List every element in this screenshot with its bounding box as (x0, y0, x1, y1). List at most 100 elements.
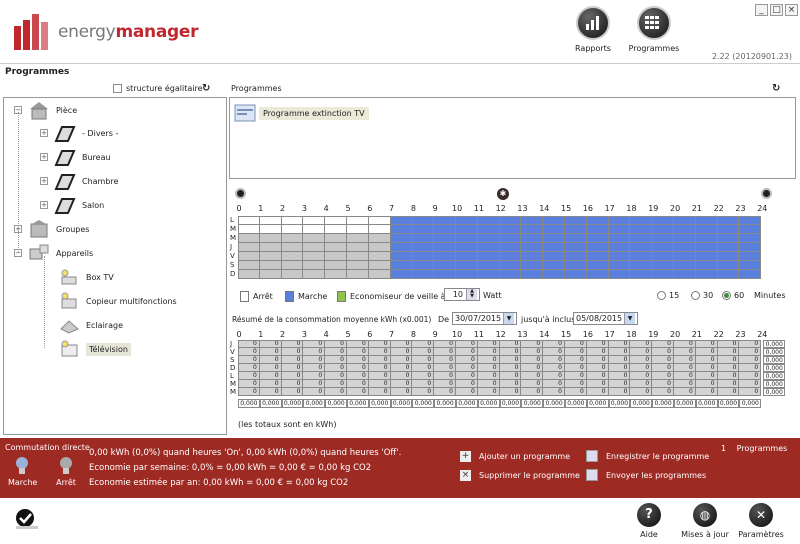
tools-icon: ✕ (749, 503, 773, 527)
checkmark-icon[interactable] (14, 508, 40, 529)
chevron-down-icon[interactable]: ▼ (624, 313, 635, 324)
summary-hour-label: 4 (323, 330, 329, 339)
tree-node-piece[interactable]: − Pièce (14, 100, 77, 120)
interval-30-radio[interactable]: 30 (691, 291, 713, 300)
updates-button[interactable]: ◍ Mises à jour (675, 503, 735, 539)
summary-hour-label: 13 (517, 330, 528, 339)
add-program-label: Ajouter un programme (479, 452, 571, 461)
version-label: 2.22 (20120901.23) (711, 52, 792, 61)
room-icon (54, 171, 76, 191)
close-button[interactable]: × (785, 4, 798, 16)
schedule-hour-label: 4 (323, 204, 329, 213)
radio-icon[interactable] (691, 291, 700, 300)
delete-program-button[interactable]: × Supprimer le programme (460, 470, 580, 481)
summary-hour-label: 18 (626, 330, 637, 339)
schedule-hour-label: 10 (452, 204, 463, 213)
add-program-button[interactable]: + Ajouter un programme (460, 451, 570, 462)
save-icon (586, 450, 598, 462)
tree-node-salon[interactable]: + Salon (40, 195, 104, 215)
tree-node-bureau[interactable]: + Bureau (40, 147, 111, 167)
help-icon: ? (637, 503, 661, 527)
radio-selected-icon[interactable] (722, 291, 731, 300)
tree-node-copieur[interactable]: Copieur multifonctions (58, 291, 177, 311)
summary-col-total: 0,000 (390, 399, 413, 408)
programs-button[interactable]: Programmes (624, 6, 684, 53)
settings-button[interactable]: ✕ Paramètres (731, 503, 791, 539)
schedule-hour-label: 9 (432, 204, 438, 213)
interval-15-radio[interactable]: 15 (657, 291, 679, 300)
radio-icon[interactable] (657, 291, 666, 300)
spinner-arrows-icon[interactable]: ▲ ▼ (466, 289, 477, 300)
schedule-next-icon[interactable] (761, 188, 772, 199)
programs-label: Programmes (628, 44, 680, 53)
chevron-down-icon[interactable]: ▼ (503, 313, 514, 324)
interval-60-radio[interactable]: 60 (722, 291, 744, 300)
summary-row-total: 0,000 (763, 356, 786, 364)
expand-icon[interactable]: + (40, 177, 48, 185)
switch-on-label: Marche (8, 478, 38, 487)
reports-button[interactable]: Rapports (563, 6, 623, 53)
tree-label: Salon (82, 200, 105, 210)
house-icon (28, 100, 50, 120)
maximize-button[interactable]: □ (770, 4, 783, 16)
checkbox-box[interactable] (113, 84, 122, 93)
summary-day-label: L (230, 372, 234, 380)
summary-row-total: 0,000 (763, 364, 786, 372)
schedule-hour-label: 13 (517, 204, 528, 213)
tree-node-boxtv[interactable]: Box TV (58, 267, 114, 287)
logo-icon (14, 14, 48, 50)
tree-node-divers[interactable]: + - Divers - (40, 123, 118, 143)
tree-node-chambre[interactable]: + Chambre (40, 171, 118, 191)
to-date-picker[interactable]: 05/08/2015 ▼ (573, 312, 638, 325)
lamp-icon (58, 315, 80, 335)
expand-icon[interactable]: + (40, 153, 48, 161)
schedule-hour-label: 24 (757, 204, 768, 213)
summary-col-total: 0,000 (521, 399, 544, 408)
summary-col-total: 0,000 (347, 399, 369, 408)
interval-30-label: 30 (703, 291, 714, 300)
tree-node-eclairage[interactable]: Eclairage (58, 315, 123, 335)
summary-hour-label: 23 (735, 330, 746, 339)
refresh-icon[interactable]: ↻ (202, 83, 210, 94)
switch-on-button[interactable]: Marche (8, 456, 38, 487)
help-button[interactable]: ? Aide (619, 503, 679, 539)
summary-hour-label: 10 (452, 330, 463, 339)
schedule-grid-border (238, 216, 762, 279)
schedule-hour-label: 15 (561, 204, 572, 213)
expand-icon[interactable]: + (40, 129, 48, 137)
from-date-picker[interactable]: 30/07/2015 ▼ (452, 312, 517, 325)
schedule-hour-label: 16 (582, 204, 593, 213)
summary-hour-label: 19 (648, 330, 659, 339)
standby-watt-spinner[interactable]: 10 ▲ ▼ (444, 288, 480, 301)
switch-off-button[interactable]: Arrêt (52, 456, 80, 487)
program-item[interactable]: Programme extinction TV (234, 104, 369, 122)
schedule-reset-icon[interactable]: ✱ (497, 188, 509, 200)
minimize-button[interactable]: _ (755, 4, 768, 16)
save-program-button[interactable]: Enregistrer le programme (586, 450, 709, 462)
summary-day-label: S (230, 356, 235, 364)
schedule-hour-label: 3 (301, 204, 307, 213)
schedule-hour-label: 6 (367, 204, 373, 213)
schedule-grid[interactable]: 0 1 2 3 4 5 6 7 8 9 10 11 12 13 14 15 16 17 18 19 20 21 22 23 24… (230, 204, 770, 280)
summary-col-total: 0,000 (608, 399, 631, 408)
equal-structure-checkbox[interactable]: structure égalitaire (113, 84, 203, 93)
tree-node-groupes[interactable]: + Groupes (14, 219, 89, 239)
summary-note: (les totaux sont en kWh) (238, 420, 337, 429)
summary-hour-label: 22 (713, 330, 724, 339)
delete-icon: × (460, 470, 471, 481)
expand-icon[interactable]: + (40, 201, 48, 209)
refresh-programs-icon[interactable]: ↻ (772, 83, 780, 94)
summary-day-label: D (230, 364, 236, 372)
save-program-label: Enregistrer le programme (606, 451, 710, 461)
from-date-value: 30/07/2015 (455, 314, 502, 323)
send-programs-button[interactable]: Envoyer les programmes (586, 469, 706, 481)
summary-hour-label: 7 (389, 330, 395, 339)
summary-title: Résumé de la consommation moyenne kWh (x… (232, 315, 432, 324)
summary-row-total: 0,000 (763, 372, 786, 380)
summary-hour-label: 6 (367, 330, 373, 339)
summary-col-total: 0,000 (630, 399, 653, 408)
summary-col-total: 0,000 (674, 399, 696, 408)
tree-node-television[interactable]: Télévision (58, 339, 131, 359)
schedule-prev-icon[interactable] (235, 188, 246, 199)
tree-node-appareils[interactable]: − Appareils (14, 243, 93, 263)
